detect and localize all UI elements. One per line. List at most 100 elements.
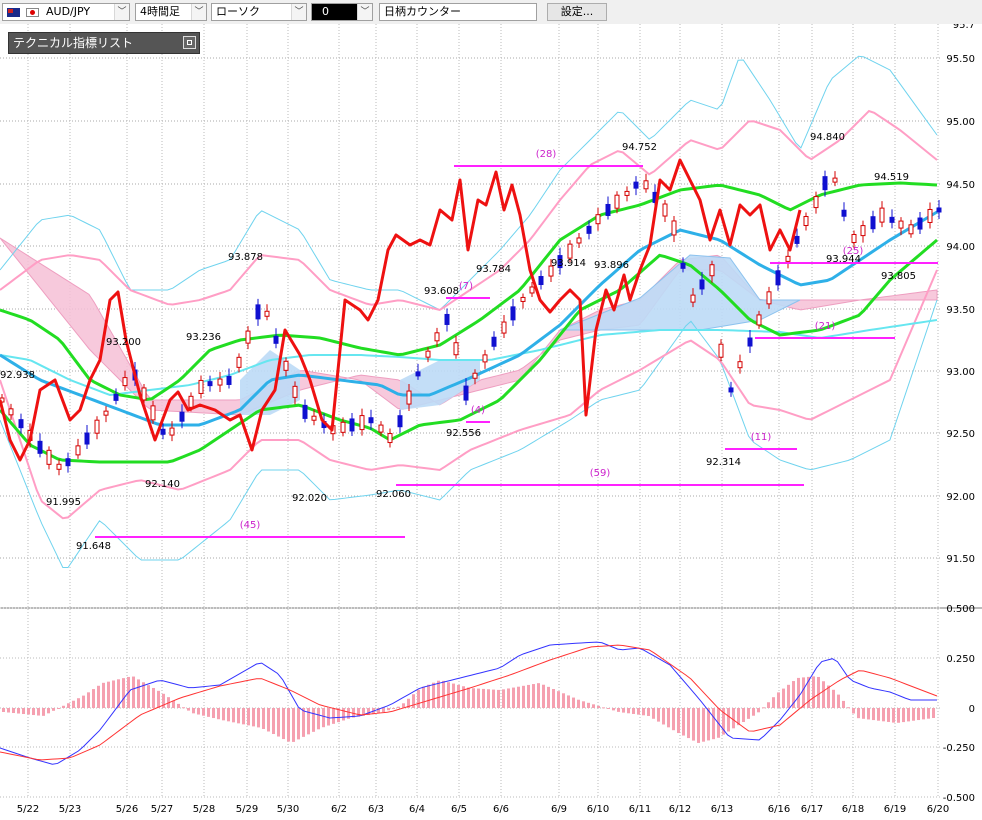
price-annotation: 92.020: [292, 493, 327, 504]
macd-histogram-bar: [617, 708, 620, 712]
macd-histogram-bar: [217, 708, 220, 720]
macd-histogram-bar: [497, 689, 500, 708]
macd-histogram-bar: [482, 688, 485, 708]
candle-bullish: [595, 214, 601, 225]
macd-histogram-bar: [187, 708, 190, 711]
candle-bullish: [292, 385, 298, 398]
price-chart[interactable]: 95.50 95.00 94.50 94.00 93.50 93.00 92.50 92.00…: [0, 24, 982, 820]
macd-histogram-bar: [552, 689, 555, 708]
indicator-list-panel[interactable]: テクニカル指標リスト: [8, 32, 200, 54]
macd-histogram-bar: [212, 708, 215, 719]
price-axis-label: 95.7: [953, 24, 975, 31]
candle-bullish: [718, 343, 724, 358]
price-annotation: 93.784: [476, 264, 511, 275]
date-axis-label: 6/11: [629, 804, 651, 815]
counter-value-input[interactable]: 0 ﹀: [311, 3, 373, 21]
restore-window-icon[interactable]: [183, 36, 196, 49]
candle-bearish: [397, 415, 403, 428]
macd-histogram-bar: [2, 708, 5, 712]
count-span-label: (4): [471, 405, 485, 416]
candle-bullish: [567, 243, 573, 259]
macd-histogram-bar: [897, 708, 900, 723]
candle-bullish: [236, 356, 242, 368]
macd-histogram-bar: [802, 677, 805, 708]
macd-histogram-bar: [507, 688, 510, 708]
candle-bearish: [747, 337, 753, 347]
candle-bearish: [349, 418, 355, 432]
price-axis-label: 95.00: [946, 117, 975, 128]
price-axis-label: 94.50: [946, 180, 975, 191]
macd-histogram-bar: [567, 695, 570, 708]
settings-button[interactable]: 設定...: [547, 3, 607, 21]
date-axis-label: 6/9: [551, 804, 567, 815]
candle-bearish: [415, 371, 421, 377]
candle-bearish: [605, 203, 611, 216]
macd-histogram-bar: [297, 708, 300, 740]
chevron-down-icon: ﹀: [291, 4, 306, 20]
macd-histogram-bar: [587, 702, 590, 708]
macd-histogram-bar: [867, 708, 870, 720]
macd-histogram-bar: [612, 708, 615, 711]
symbol-select[interactable]: AUD/JPY ﹀: [2, 3, 130, 21]
macd-histogram-bar: [777, 692, 780, 708]
macd-histogram-bar: [907, 708, 910, 722]
candle-bullish: [851, 233, 857, 243]
macd-histogram-bar: [687, 708, 690, 739]
candle-bullish: [529, 286, 535, 294]
candle-bullish: [624, 190, 630, 196]
macd-histogram-bar: [222, 708, 225, 721]
macd-histogram-bar: [902, 708, 905, 723]
macd-histogram-bar: [527, 684, 530, 708]
candle-bearish: [302, 404, 308, 419]
candle-bearish: [936, 207, 942, 213]
candle-bearish: [444, 313, 450, 325]
macd-histogram-bar: [577, 699, 580, 708]
candle-bearish: [889, 216, 895, 223]
chart-toolbar: AUD/JPY ﹀ 4時間足 ﹀ ローソク ﹀ 0 ﹀ 日柄カウンター 設定..…: [0, 0, 982, 25]
macd-histogram-bar: [572, 697, 575, 708]
count-span-label: (11): [751, 432, 772, 443]
candle-bearish: [491, 336, 497, 347]
candle-bullish: [803, 216, 809, 227]
candle-bullish: [264, 310, 270, 317]
candle-bullish: [75, 445, 81, 456]
date-axis-label: 6/5: [451, 804, 467, 815]
macd-histogram-bar: [327, 708, 330, 726]
macd-axis-label: 0: [969, 704, 975, 715]
macd-histogram-bar: [292, 708, 295, 742]
candle-bearish: [273, 335, 279, 344]
candle-bearish: [538, 276, 544, 286]
candle-bullish: [813, 196, 819, 209]
macd-histogram-bar: [757, 708, 760, 713]
date-axis-label: 6/3: [368, 804, 384, 815]
price-annotation: 93.878: [228, 252, 263, 263]
macd-histogram-bar: [27, 708, 30, 715]
timeframe-select[interactable]: 4時間足 ﹀: [135, 3, 207, 21]
counter-mode-field[interactable]: 日柄カウンター: [379, 3, 537, 21]
candle-bearish: [870, 216, 876, 230]
candle-bearish: [680, 262, 686, 269]
macd-histogram-bar: [397, 706, 400, 708]
candle-bearish: [510, 306, 516, 321]
macd-histogram-bar: [207, 708, 210, 717]
candle-bullish: [690, 294, 696, 303]
price-annotation: 93.805: [881, 271, 916, 282]
macd-histogram-bar: [132, 676, 135, 708]
price-annotation: 92.556: [446, 428, 481, 439]
macd-histogram-bar: [112, 680, 115, 708]
candle-bullish: [908, 224, 914, 235]
date-axis-label: 6/6: [493, 804, 509, 815]
macd-histogram-bar: [812, 676, 815, 708]
macd-histogram-bar: [412, 694, 415, 708]
candle-bullish: [311, 415, 317, 421]
macd-histogram-bar: [427, 684, 430, 708]
macd-histogram-bar: [537, 683, 540, 708]
price-annotation: 94.840: [810, 132, 845, 143]
macd-histogram-bar: [247, 708, 250, 726]
macd-histogram-bar: [147, 685, 150, 708]
price-axis-label: 93.50: [946, 305, 975, 316]
chart-type-select[interactable]: ローソク ﹀: [211, 3, 307, 21]
macd-histogram-bar: [797, 677, 800, 708]
candle-bullish: [898, 220, 904, 229]
candle-bullish: [150, 405, 156, 421]
